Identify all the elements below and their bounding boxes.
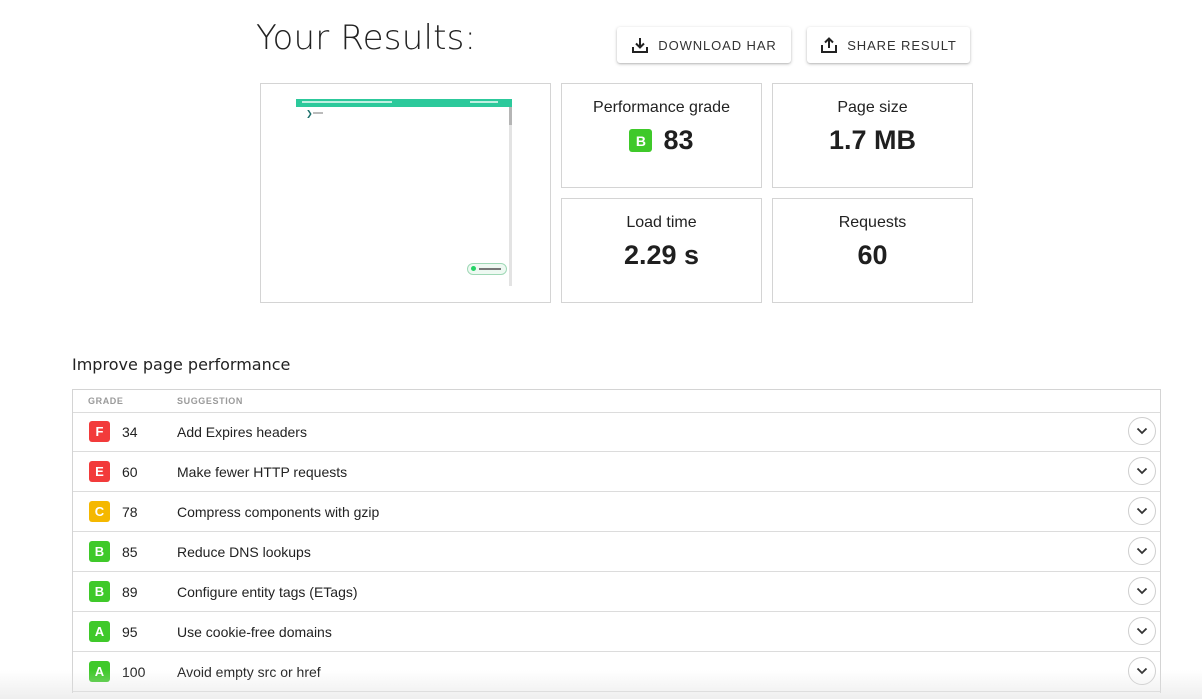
grade-badge: E xyxy=(89,461,110,482)
suggestion-text: Configure entity tags (ETags) xyxy=(177,584,358,600)
performance-grade-card: Performance grade B 83 xyxy=(561,83,762,188)
performance-grade-label: Performance grade xyxy=(593,99,730,116)
load-time-value: 2.29 s xyxy=(623,240,700,270)
suggestions-table: GRADE SUGGESTION F 34 Add Expires headers E… xyxy=(72,389,1161,693)
chevron-down-icon xyxy=(1136,622,1148,640)
suggestion-text: Make fewer HTTP requests xyxy=(177,464,348,480)
grade-score: 95 xyxy=(122,624,138,640)
suggestion-text: Reduce DNS lookups xyxy=(177,544,311,560)
grade-score: 89 xyxy=(122,584,138,600)
table-header: GRADE SUGGESTION xyxy=(73,390,1160,413)
preview-scrollbar xyxy=(509,107,512,286)
share-result-label: SHARE RESULT xyxy=(847,37,957,53)
grade-score: 60 xyxy=(122,464,138,480)
requests-value: 60 xyxy=(857,240,888,270)
performance-grade-value: 83 xyxy=(663,125,694,155)
chevron-down-icon xyxy=(1136,462,1148,480)
grade-score: 78 xyxy=(122,504,138,520)
grade-badge: B xyxy=(89,541,110,562)
suggestion-text: Use cookie-free domains xyxy=(177,624,332,640)
results-title: Your Results: xyxy=(256,18,477,58)
chevron-down-icon xyxy=(1136,582,1148,600)
suggestion-text: Avoid empty src or href xyxy=(177,664,321,680)
download-har-button[interactable]: DOWNLOAD HAR xyxy=(617,27,791,63)
download-har-label: DOWNLOAD HAR xyxy=(658,37,777,53)
chevron-down-icon xyxy=(1136,542,1148,560)
load-time-label: Load time xyxy=(626,214,697,231)
grade-badge: A xyxy=(89,661,110,682)
share-icon xyxy=(820,36,838,54)
grade-badge: B xyxy=(89,581,110,602)
expand-button[interactable] xyxy=(1128,497,1156,525)
performance-grade-badge: B xyxy=(629,129,653,152)
page-size-label: Page size xyxy=(837,99,908,116)
table-row[interactable]: F 34 Add Expires headers xyxy=(73,412,1160,452)
page-size-card: Page size 1.7 MB xyxy=(772,83,973,188)
preview-bar-text xyxy=(302,101,392,103)
suggestion-text: Compress components with gzip xyxy=(177,504,380,520)
expand-button[interactable] xyxy=(1128,657,1156,685)
chevron-down-icon xyxy=(1136,422,1148,440)
expand-button[interactable] xyxy=(1128,537,1156,565)
table-row[interactable]: C 78 Compress components with gzip xyxy=(73,492,1160,532)
table-row[interactable]: A 95 Use cookie-free domains xyxy=(73,612,1160,652)
page-screenshot-thumbnail: ❯ xyxy=(260,83,551,303)
chevron-down-icon xyxy=(1136,662,1148,680)
preview-chat-icon xyxy=(471,266,476,271)
improve-performance-title: Improve page performance xyxy=(72,355,291,374)
table-row[interactable]: B 85 Reduce DNS lookups xyxy=(73,532,1160,572)
suggestion-column-header: SUGGESTION xyxy=(177,396,244,406)
preview-logo: ❯ xyxy=(306,109,313,118)
expand-button[interactable] xyxy=(1128,457,1156,485)
preview-scrollbar-thumb xyxy=(509,107,512,125)
table-row[interactable]: E 60 Make fewer HTTP requests xyxy=(73,452,1160,492)
grade-badge: C xyxy=(89,501,110,522)
preview-chat-text xyxy=(479,268,501,270)
grade-column-header: GRADE xyxy=(88,396,124,406)
expand-button[interactable] xyxy=(1128,417,1156,445)
requests-card: Requests 60 xyxy=(772,198,973,303)
grade-badge: A xyxy=(89,621,110,642)
grade-score: 34 xyxy=(122,424,138,440)
chevron-down-icon xyxy=(1136,502,1148,520)
load-time-card: Load time 2.29 s xyxy=(561,198,762,303)
requests-label: Requests xyxy=(838,214,907,231)
download-icon xyxy=(631,36,649,54)
expand-button[interactable] xyxy=(1128,617,1156,645)
expand-button[interactable] xyxy=(1128,577,1156,605)
suggestion-text: Add Expires headers xyxy=(177,424,307,440)
page-size-value: 1.7 MB xyxy=(828,125,917,155)
table-row[interactable]: A 100 Avoid empty src or href xyxy=(73,652,1160,692)
grade-score: 85 xyxy=(122,544,138,560)
grade-badge: F xyxy=(89,421,110,442)
share-result-button[interactable]: SHARE RESULT xyxy=(807,27,970,63)
screenshot-preview: ❯ xyxy=(296,99,512,286)
preview-chat-widget xyxy=(467,263,507,275)
preview-logo-text xyxy=(313,112,323,114)
table-row[interactable]: B 89 Configure entity tags (ETags) xyxy=(73,572,1160,612)
preview-bar-text xyxy=(470,101,498,103)
grade-score: 100 xyxy=(122,664,146,680)
preview-top-bar xyxy=(296,99,512,107)
